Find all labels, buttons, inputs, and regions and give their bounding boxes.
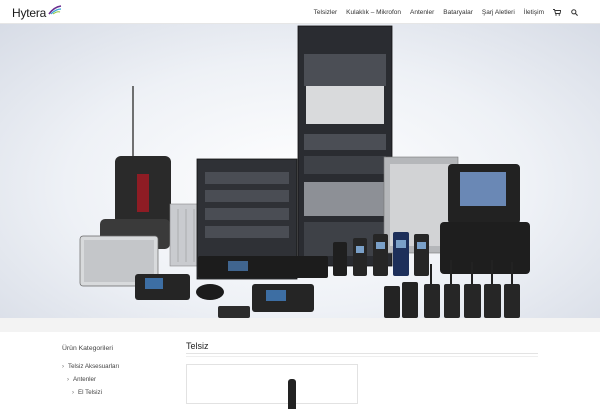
chevron-right-icon: › [67, 376, 69, 383]
search-icon[interactable] [570, 8, 578, 16]
sidebar-item-antenler[interactable]: › Antenler [62, 373, 172, 386]
logo-swoosh-icon [48, 5, 62, 15]
product-lineup-image [79, 25, 530, 318]
product-card[interactable] [186, 364, 358, 409]
chevron-right-icon: › [62, 363, 64, 370]
section-divider-strip [0, 318, 600, 332]
product-thumbnail[interactable] [288, 379, 296, 409]
main-nav: Telsizler Kulaklık – Mikrofon Antenler B… [305, 0, 578, 24]
logo-text: Hytera [12, 6, 47, 20]
nav-item-bataryalar[interactable]: Bataryalar [443, 9, 473, 16]
title-divider-secondary [186, 356, 538, 357]
nav-item-kulaklik-mikrofon[interactable]: Kulaklık – Mikrofon [346, 9, 401, 16]
site-header: Hytera Telsizler Kulaklık – Mikrofon Ant… [0, 0, 600, 24]
page-title: Telsiz [186, 341, 209, 351]
nav-item-antenler[interactable]: Antenler [410, 9, 434, 16]
sidebar-item-label: Telsiz Aksesuarları [68, 363, 120, 370]
nav-item-sarj-aletleri[interactable]: Şarj Aletleri [482, 9, 515, 16]
nav-item-telsizler[interactable]: Telsizler [314, 9, 337, 16]
chevron-right-icon: › [72, 389, 74, 396]
hytera-logo[interactable]: Hytera [12, 5, 62, 21]
sidebar-title: Ürün Kategorileri [62, 345, 113, 352]
sidebar-item-telsiz-aksesuarlari[interactable]: › Telsiz Aksesuarları [62, 360, 172, 373]
title-divider [186, 353, 538, 354]
hero-banner [0, 24, 600, 318]
nav-item-iletisim[interactable]: İletişim [524, 9, 544, 16]
sidebar-item-el-telsizi[interactable]: › El Telsizi [62, 386, 172, 399]
sidebar: Ürün Kategorileri › Telsiz Aksesuarları … [62, 345, 172, 399]
sidebar-item-label: Antenler [73, 376, 97, 383]
sidebar-item-label: El Telsizi [78, 389, 102, 396]
cart-icon[interactable] [553, 8, 561, 16]
